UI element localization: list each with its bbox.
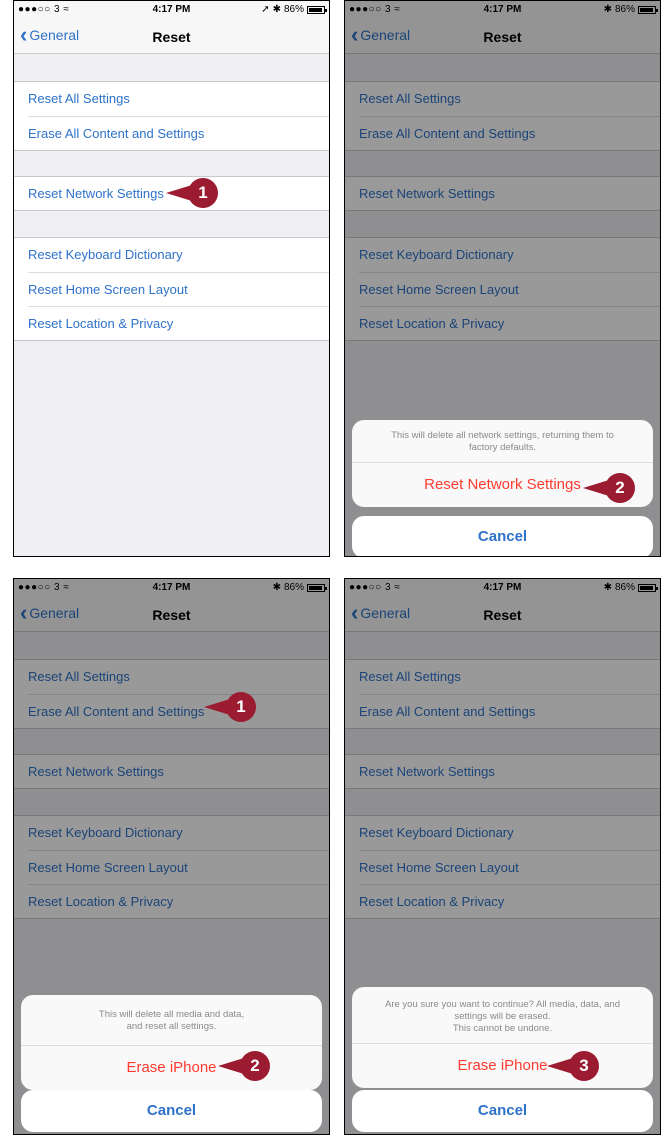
reset-location-privacy-row[interactable]: Reset Location & Privacy (28, 306, 329, 340)
phone-screen-3: ●●●○○ 3 ≈ 4:17 PM ✱ 86% ‹ General Reset … (13, 578, 330, 1135)
phone-screen-4: ●●●○○ 3 ≈ 4:17 PM ✱ 86% ‹ General Reset … (344, 578, 661, 1135)
erase-iphone-button[interactable]: Erase iPhone (352, 1043, 653, 1088)
step-callout: 2 (583, 473, 635, 503)
page-title: Reset (152, 29, 191, 45)
callout-number: 1 (226, 692, 256, 722)
step-callout: 3 (547, 1051, 599, 1081)
message-line: This will delete all media and data, (98, 1009, 245, 1020)
battery-indicator: ➚ ✱ 86% (261, 4, 327, 15)
step-callout: 1 (166, 178, 218, 208)
message-line: factory defaults. (468, 442, 537, 453)
status-bar: ●●●○○ 3 ≈ 4:17 PM ➚ ✱ 86% (14, 1, 329, 21)
reset-all-settings-row[interactable]: Reset All Settings (14, 82, 329, 116)
erase-all-content-row[interactable]: Erase All Content and Settings (28, 116, 329, 150)
message-line: settings will be erased. (454, 1011, 551, 1022)
action-sheet-message: Are you sure you want to continue? All m… (352, 987, 653, 1043)
cancel-button[interactable]: Cancel (21, 1090, 322, 1132)
erase-iphone-button[interactable]: Erase iPhone (21, 1045, 322, 1090)
cancel-button[interactable]: Cancel (352, 1090, 653, 1132)
action-sheet-message: This will delete all network settings, r… (352, 420, 653, 462)
callout-number: 1 (188, 178, 218, 208)
message-line: This will delete all network settings, r… (391, 430, 614, 441)
reset-home-screen-layout-row[interactable]: Reset Home Screen Layout (28, 272, 329, 306)
step-callout: 2 (218, 1051, 270, 1081)
reset-keyboard-dictionary-row[interactable]: Reset Keyboard Dictionary (14, 238, 329, 272)
action-sheet-message: This will delete all media and data, and… (21, 995, 322, 1045)
battery-percent: 86% (283, 4, 304, 15)
callout-number: 3 (569, 1051, 599, 1081)
location-icon: ➚ (261, 4, 270, 15)
callout-number: 2 (240, 1051, 270, 1081)
step-callout: 1 (204, 692, 256, 722)
nav-bar: ‹ General Reset (14, 21, 329, 54)
settings-group: Reset All Settings Erase All Content and… (14, 81, 329, 151)
message-line: This cannot be undone. (452, 1023, 553, 1034)
action-sheet: This will delete all media and data, and… (21, 995, 322, 1090)
phone-screen-2: ●●●○○ 3 ≈ 4:17 PM ✱ 86% ‹ General Reset … (344, 0, 661, 557)
cancel-button[interactable]: Cancel (352, 516, 653, 556)
message-line: Are you sure you want to continue? All m… (384, 999, 620, 1010)
battery-icon (307, 5, 327, 14)
callout-number: 2 (605, 473, 635, 503)
bluetooth-icon: ✱ (272, 4, 281, 15)
phone-screen-1: ●●●○○ 3 ≈ 4:17 PM ➚ ✱ 86% ‹ General Rese… (13, 0, 330, 557)
settings-group: Reset Keyboard Dictionary Reset Home Scr… (14, 237, 329, 341)
message-line: and reset all settings. (126, 1021, 217, 1032)
action-sheet: Are you sure you want to continue? All m… (352, 987, 653, 1088)
